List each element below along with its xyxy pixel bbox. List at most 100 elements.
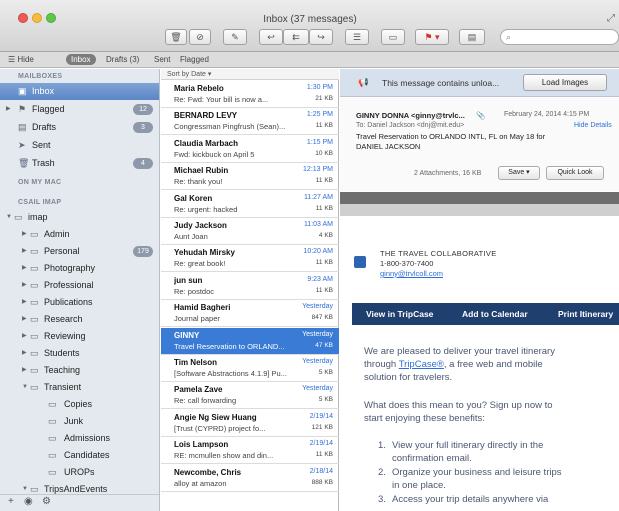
sidebar-item-urops[interactable]: ▭ UROPs: [0, 464, 159, 481]
search-input[interactable]: ⌕: [500, 29, 619, 45]
badge: 179: [133, 246, 153, 257]
sidebar-item-professional[interactable]: ▶ ▭ Professional: [0, 277, 159, 294]
message-list: Sort by Date ▾ Maria Rebelo 1:30 PM Re: Fw…: [161, 69, 339, 511]
sidebar-item-teaching[interactable]: ▶ ▭ Teaching: [0, 362, 159, 379]
message-row[interactable]: BERNARD LEVY 1:25 PM Congressman Pingfrush…: [161, 108, 339, 136]
forward-icon[interactable]: ↪: [309, 29, 333, 45]
message-subject: Aunt Joan: [174, 232, 208, 241]
message-row[interactable]: Judy Jackson 11:03 AM Aunt Joan 4 KB: [161, 218, 339, 245]
from-line[interactable]: GINNY DONNA <ginny@trvlc...: [356, 111, 465, 120]
minimize-window-button[interactable]: [32, 13, 42, 23]
sidebar-item-trash[interactable]: 🗑 Trash 4: [0, 155, 159, 172]
sidebar-item-photography[interactable]: ▶ ▭ Photography: [0, 260, 159, 277]
quick-look-button[interactable]: Quick Look: [546, 166, 604, 180]
favorite-drafts[interactable]: Drafts (3): [106, 55, 139, 64]
message-row[interactable]: Michael Rubin 12:13 PM Re: thank you! 11 KB: [161, 163, 339, 191]
sidebar-item-transient[interactable]: ▼ ▭ Transient: [0, 379, 159, 396]
message-subject: Travel Reservation to ORLAND...: [174, 341, 285, 351]
sidebar-item-publications[interactable]: ▶ ▭ Publications: [0, 294, 159, 311]
hide-details-link[interactable]: Hide Details: [574, 122, 612, 129]
archive-icon[interactable]: ▭: [381, 29, 405, 45]
message-time: 2/19/14: [309, 412, 333, 420]
disclosure-triangle-icon[interactable]: ▶: [22, 277, 27, 294]
gear-icon[interactable]: ⚙: [42, 496, 51, 507]
message-sender: Michael Rubin: [174, 166, 229, 176]
eye-icon[interactable]: ◉: [24, 496, 33, 507]
save-attachments-button[interactable]: Save ▾: [498, 166, 540, 180]
disclosure-triangle-icon[interactable]: ▶: [22, 243, 27, 260]
zoom-window-button[interactable]: [46, 13, 56, 23]
sort-menu[interactable]: Sort by Date ▾: [161, 69, 339, 80]
message-time: 2/19/14: [309, 440, 333, 448]
sidebar-item-imap[interactable]: ▼ ▭ imap: [0, 209, 159, 226]
message-subject: Re: great book!: [174, 259, 226, 269]
message-row[interactable]: Gal Koren 11:27 AM Re: urgent: hacked 11 KB: [161, 191, 339, 218]
sidebar-item-drafts[interactable]: ▤ Drafts 3: [0, 119, 159, 136]
load-images-button[interactable]: Load Images: [523, 74, 607, 91]
message-row[interactable]: Claudia Marbach 1:15 PM Fwd: kickbuck on A…: [161, 136, 339, 163]
sidebar-item-reviewing[interactable]: ▶ ▭ Reviewing: [0, 328, 159, 345]
disclosure-triangle-icon[interactable]: ▶: [22, 294, 27, 311]
close-window-button[interactable]: [18, 13, 28, 23]
message-row[interactable]: Newcombe, Chris 2/18/14 alloy at amazon 888…: [161, 465, 339, 492]
message-size: 11 KB: [315, 204, 333, 212]
favorite-flagged[interactable]: Flagged: [180, 55, 209, 64]
message-size: 5 KB: [318, 369, 333, 376]
reply-icon[interactable]: ↩: [259, 29, 283, 45]
junk-icon[interactable]: ⊘: [189, 29, 211, 45]
message-row[interactable]: Hamid Bagheri Yesterday Journal paper 847 K…: [161, 300, 339, 328]
divider: [340, 204, 619, 216]
tripcase-link[interactable]: TripCase®: [399, 359, 444, 370]
sidebar-item-research[interactable]: ▶ ▭ Research: [0, 311, 159, 328]
print-itinerary-link[interactable]: Print Itinerary: [558, 309, 613, 319]
disclosure-triangle-icon[interactable]: ▼: [6, 209, 12, 226]
message-row[interactable]: Tim Nelson Yesterday [Software Abstraction…: [161, 355, 339, 382]
favorite-sent[interactable]: Sent: [154, 55, 170, 64]
message-row[interactable]: Angie Ng Siew Huang 2/19/14 [Trust (CYPRD)…: [161, 410, 339, 437]
message-row[interactable]: Yehudah Mirsky 10:20 AM Re: great book! 11 …: [161, 245, 339, 273]
folder-icon: ▭: [48, 467, 57, 477]
sidebar-item-sent[interactable]: ➤ Sent: [0, 137, 159, 154]
sidebar-item-admin[interactable]: ▶ ▭ Admin: [0, 226, 159, 243]
add-to-calendar-link[interactable]: Add to Calendar: [462, 309, 528, 319]
fullscreen-icon[interactable]: ⤢: [607, 13, 615, 24]
company-email-link[interactable]: ginny@trvlcoll.com: [380, 269, 443, 278]
message-row[interactable]: Pamela Zave Yesterday Re: call forwarding 5…: [161, 382, 339, 410]
flag-menu-icon[interactable]: ⚑ ▾: [415, 29, 449, 45]
disclosure-triangle-icon[interactable]: ▶: [22, 311, 27, 328]
message-sender: Lois Lampson: [174, 440, 229, 450]
favorite-hide[interactable]: ☰ Hide: [8, 55, 34, 64]
disclosure-triangle-icon[interactable]: ▶: [22, 328, 27, 345]
disclosure-triangle-icon[interactable]: ▶: [22, 345, 27, 362]
sidebar-item-students[interactable]: ▶ ▭ Students: [0, 345, 159, 362]
favorite-inbox[interactable]: Inbox: [66, 54, 96, 65]
message-row[interactable]: Maria Rebelo 1:30 PM Re: Fwd: Your bill is…: [161, 81, 339, 108]
sidebar-item-junk[interactable]: ▭ Junk: [0, 413, 159, 430]
sidebar-item-copies[interactable]: ▭ Copies: [0, 396, 159, 413]
sidebar-item-candidates[interactable]: ▭ Candidates: [0, 447, 159, 464]
message-row[interactable]: Lois Lampson 2/19/14 RE: mcmullen show and…: [161, 437, 339, 465]
message-time: Yesterday: [302, 330, 333, 338]
folder-icon: ▭: [30, 246, 39, 256]
list-item: View your full itinerary directly in the: [392, 440, 544, 451]
reply-all-icon[interactable]: ⇇: [283, 29, 309, 45]
disclosure-triangle-icon[interactable]: ▼: [22, 379, 28, 396]
add-mailbox-button[interactable]: +: [8, 496, 14, 507]
search-icon: ⌕: [506, 32, 512, 42]
move-icon[interactable]: ▤: [459, 29, 485, 45]
message-row[interactable]: GINNY Yesterday Travel Reservation to ORLA…: [161, 327, 339, 355]
disclosure-triangle-icon[interactable]: ▶: [22, 362, 27, 379]
sidebar-item-personal[interactable]: ▶ ▭ Personal 179: [0, 243, 159, 260]
compose-icon[interactable]: ✎: [223, 29, 247, 45]
note-icon[interactable]: ☰: [345, 29, 369, 45]
sidebar-item-flagged[interactable]: ▶ ⚑ Flagged 12: [0, 101, 159, 118]
view-in-tripcase-link[interactable]: View in TripCase: [366, 309, 433, 319]
disclosure-triangle-icon[interactable]: ▶: [6, 101, 11, 118]
disclosure-triangle-icon[interactable]: ▶: [22, 226, 27, 243]
sidebar-item-admissions[interactable]: ▭ Admissions: [0, 430, 159, 447]
remote-content-banner: 📢 This message contains unloa... Load Im…: [340, 69, 619, 97]
sidebar-item-inbox[interactable]: ▣ Inbox: [0, 83, 159, 100]
message-row[interactable]: jun sun 9:23 AM Re: postdoc 11 KB: [161, 273, 339, 300]
trash-icon[interactable]: 🗑: [165, 29, 187, 45]
disclosure-triangle-icon[interactable]: ▶: [22, 260, 27, 277]
